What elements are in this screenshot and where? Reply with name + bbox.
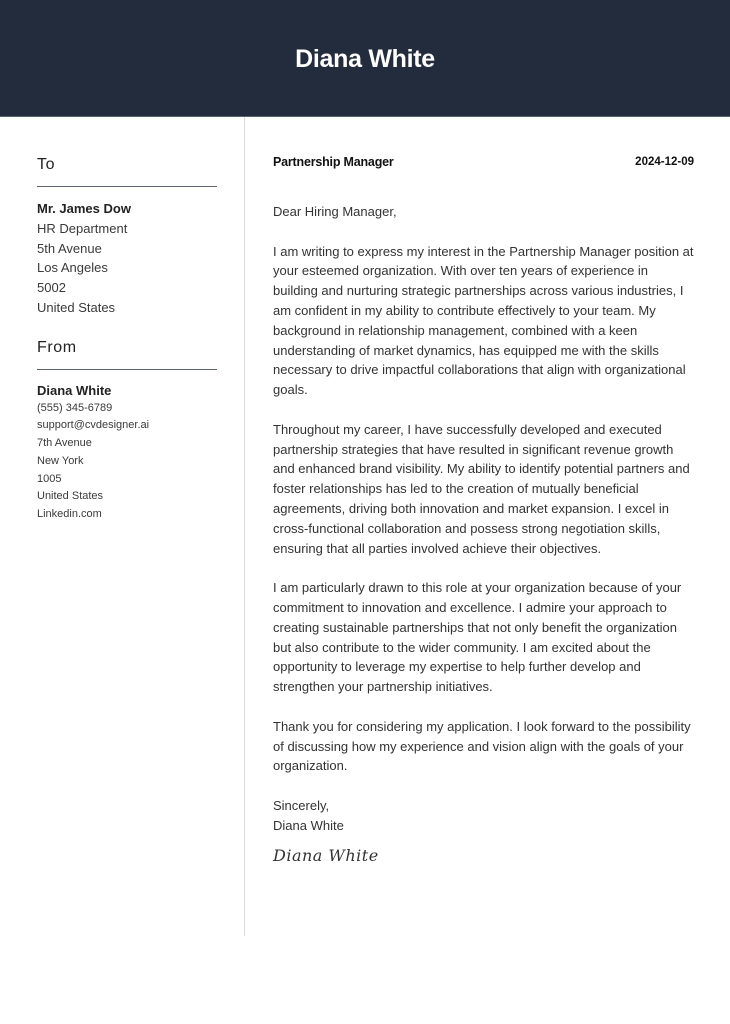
letter-meta: Partnership Manager 2024-12-09 [273,154,694,170]
letter-body: Partnership Manager 2024-12-09 Dear Hiri… [273,117,694,865]
sender-street: 7th Avenue [37,437,92,450]
paragraph-experience: Throughout my career, I have successfull… [273,421,690,556]
paragraph-intro: I am writing to express my interest in t… [273,243,694,398]
recipient-country: United States [37,299,116,315]
sender-linkedin[interactable]: Linkedin.com [37,506,217,524]
sender-section: From Diana White (555) 345-6789 support@… [37,339,217,524]
recipient-section: To Mr. James Dow HR Department 5th Avenu… [37,156,217,318]
job-title: Partnership Manager [273,155,394,169]
closing-name: Diana White [273,817,344,833]
applicant-name: Diana White [295,44,435,73]
recipient-department: HR Department [37,220,128,236]
sender-country: United States [37,490,104,503]
sender-phone: (555) 345-6789 [37,401,113,414]
greeting: Dear Hiring Manager, [273,204,397,219]
sender-postal-code: 1005 [37,472,62,485]
closing-salutation: Sincerely, [273,797,330,813]
sender-city: New York [37,454,84,467]
to-heading: To [37,156,56,173]
recipient-address: Mr. James Dow HR Department 5th Avenue L… [37,199,217,318]
handwritten-signature: Diana White [273,845,379,865]
paragraph-motivation: I am particularly drawn to this role at … [273,580,682,695]
sender-contact: Diana White (555) 345-6789 support@cvdes… [37,381,217,524]
sidebar: To Mr. James Dow HR Department 5th Avenu… [37,117,217,524]
recipient-postal-code: 5002 [37,280,66,296]
paragraph-closing: Thank you for considering my application… [273,718,691,774]
sender-name: Diana White [37,382,112,398]
column-divider [244,117,245,936]
sender-email[interactable]: support@cvdesigner.ai [37,417,217,435]
from-divider [37,368,217,370]
recipient-name: Mr. James Dow [37,201,131,216]
sign-off: Sincerely, Diana White [273,796,694,836]
letter-date: 2024-12-09 [635,156,694,168]
to-divider [37,186,217,187]
recipient-street: 5th Avenue [37,240,102,256]
recipient-city: Los Angeles [37,260,108,276]
from-heading: From [37,338,77,356]
page-header: Diana White [0,0,730,117]
